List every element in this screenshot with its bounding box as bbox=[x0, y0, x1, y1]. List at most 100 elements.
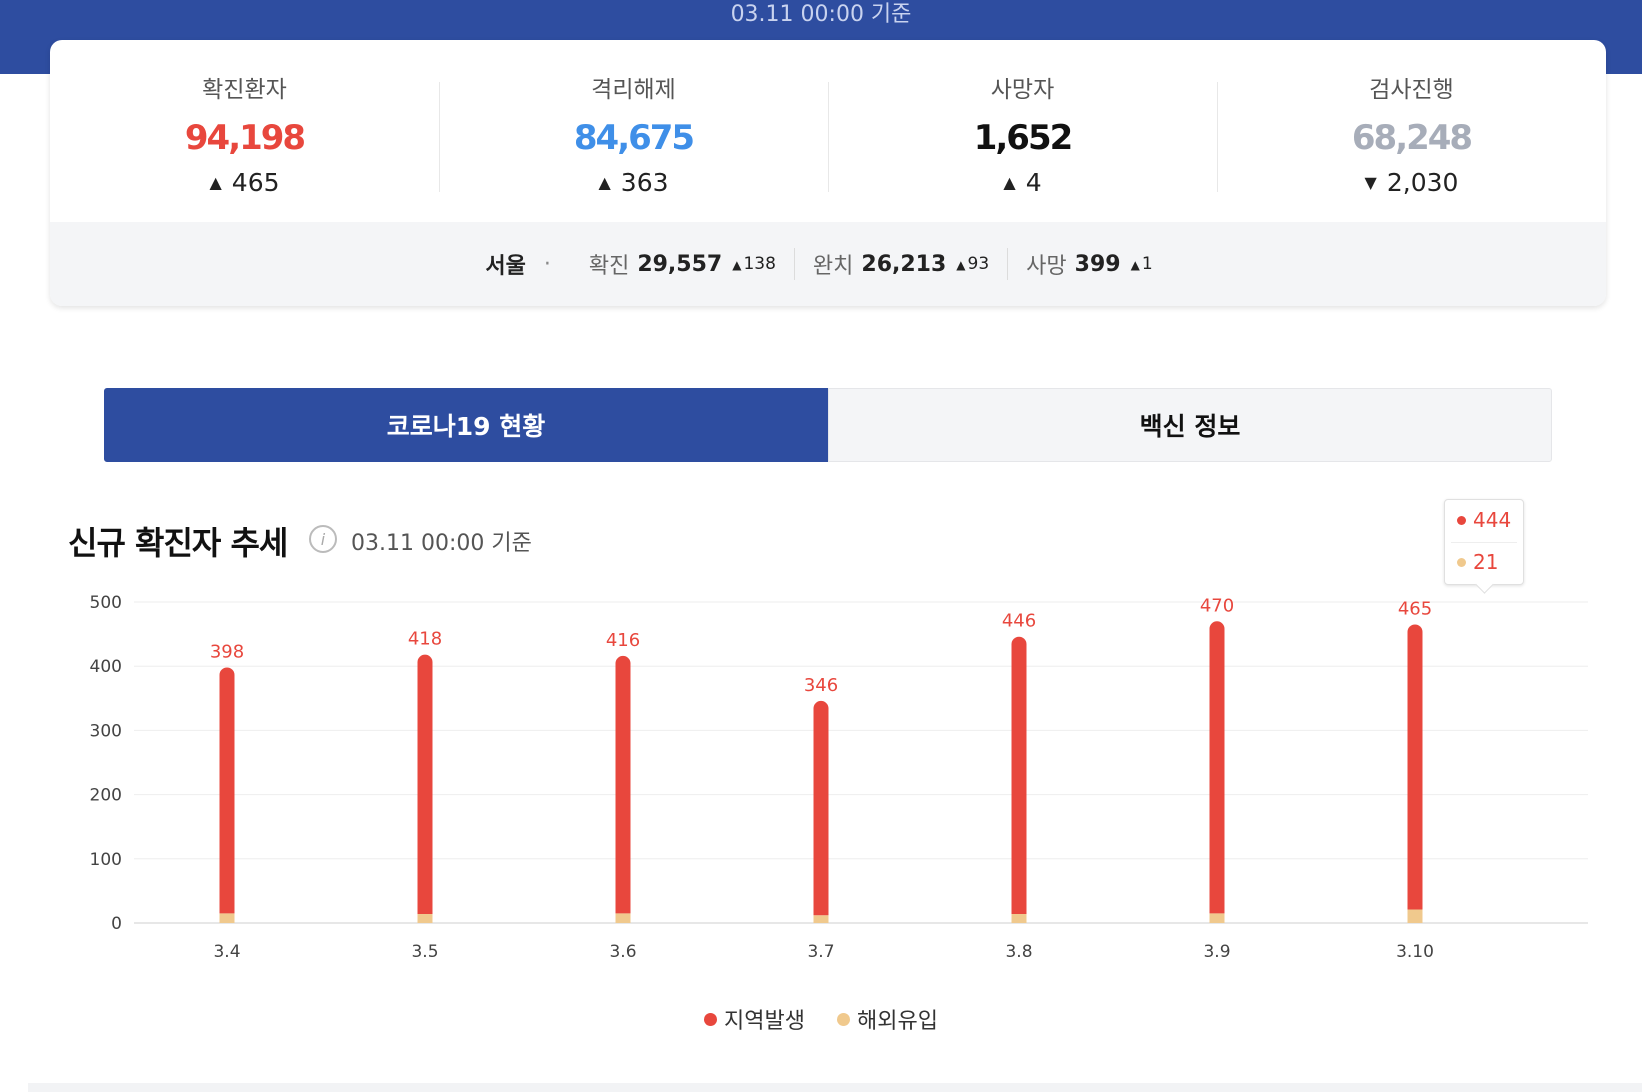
imported-dot-icon bbox=[837, 1012, 850, 1026]
stat-testing: 검사진행 68,248 ▼ 2,030 bbox=[1217, 40, 1606, 222]
stat-change: ▼ 2,030 bbox=[1217, 168, 1606, 197]
stat-change-value: 363 bbox=[620, 168, 669, 197]
y-tick-label: 500 bbox=[90, 593, 122, 613]
bar-imported bbox=[813, 915, 829, 923]
triangle-up-icon: ▲ bbox=[732, 258, 742, 272]
y-tick-label: 0 bbox=[111, 914, 122, 934]
section-date: 03.11 00:00 기준 bbox=[351, 531, 532, 556]
legend-local-label: 지역발생 bbox=[724, 1009, 805, 1034]
stat-label: 격리해제 bbox=[591, 77, 676, 103]
legend-imported[interactable]: 해외유입 bbox=[837, 1003, 938, 1035]
x-tick-label: 3.9 bbox=[1203, 942, 1230, 960]
tab-vaccine-info[interactable]: 백신 정보 bbox=[828, 388, 1552, 462]
bar-local bbox=[813, 700, 829, 916]
region-deaths: 사망 399 ▲ 1 bbox=[1007, 248, 1170, 280]
chart-tooltip: 444 21 bbox=[1444, 499, 1524, 585]
stat-released: 격리해제 84,675 ▲ 363 bbox=[439, 40, 828, 222]
y-tick-label: 100 bbox=[90, 850, 122, 870]
region-item-delta: ▲ 1 bbox=[1131, 254, 1153, 274]
bar-total-label: 446 bbox=[1002, 611, 1036, 632]
tooltip-imported-value: 21 bbox=[1473, 550, 1499, 574]
legend-imported-label: 해외유입 bbox=[857, 1009, 938, 1034]
bar-imported bbox=[1407, 909, 1423, 923]
region-item-label: 완치 bbox=[812, 254, 854, 279]
bar-imported bbox=[219, 913, 235, 923]
local-dot-icon bbox=[1457, 515, 1466, 525]
imported-dot-icon bbox=[1457, 557, 1466, 567]
chart-legend: 지역발생 해외유입 bbox=[0, 1003, 1642, 1035]
triangle-up-icon: ▲ bbox=[209, 173, 222, 192]
bar-local bbox=[1407, 624, 1423, 910]
triangle-up-icon: ▲ bbox=[956, 258, 966, 272]
triangle-up-icon: ▲ bbox=[598, 173, 611, 192]
region-item-value: 399 bbox=[1074, 251, 1121, 277]
stat-label: 확진환자 bbox=[202, 77, 287, 103]
x-tick-label: 3.8 bbox=[1005, 942, 1032, 960]
region-item-delta-value: 1 bbox=[1141, 254, 1153, 274]
stat-value: 84,675 bbox=[573, 118, 695, 158]
x-tick-label: 3.6 bbox=[609, 942, 636, 960]
stat-change-value: 2,030 bbox=[1386, 168, 1459, 197]
stat-value: 68,248 bbox=[1351, 118, 1473, 158]
stat-change: ▲ 4 bbox=[828, 168, 1217, 197]
bar-total-label: 416 bbox=[606, 630, 640, 651]
banner-date: 03.11 00:00 기준 bbox=[730, 2, 912, 27]
separator-dot: · bbox=[543, 251, 551, 277]
bottom-strip bbox=[28, 1083, 1642, 1092]
stat-value: 94,198 bbox=[184, 118, 306, 158]
bar-local bbox=[1209, 621, 1225, 914]
region-recovered: 완치 26,213 ▲ 93 bbox=[793, 248, 1007, 280]
local-dot-icon bbox=[704, 1012, 718, 1026]
tab-covid-status[interactable]: 코로나19 현황 bbox=[104, 388, 828, 462]
region-item-label: 확진 bbox=[588, 254, 630, 279]
tooltip-local: 444 bbox=[1457, 508, 1511, 532]
bar-local bbox=[219, 667, 235, 914]
x-tick-label: 3.10 bbox=[1396, 942, 1434, 960]
tooltip-imported: 21 bbox=[1457, 550, 1498, 574]
stat-confirmed: 확진환자 94,198 ▲ 465 bbox=[50, 40, 439, 222]
tooltip-divider bbox=[1451, 542, 1517, 543]
tab-bar: 코로나19 현황 백신 정보 bbox=[104, 388, 1552, 462]
x-tick-label: 3.5 bbox=[411, 942, 438, 960]
y-tick-label: 300 bbox=[90, 721, 122, 741]
bar-total-label: 465 bbox=[1398, 598, 1432, 619]
bar-local bbox=[1011, 636, 1027, 915]
stats-card: 확진환자 94,198 ▲ 465 격리해제 84,675 ▲ 363 사망자 1,… bbox=[50, 40, 1606, 306]
region-summary: 서울 · 확진 29,557 ▲ 138 완치 26,213 ▲ 93 사망 399… bbox=[50, 222, 1606, 306]
bar-local bbox=[615, 655, 631, 914]
bar-total-label: 418 bbox=[408, 629, 442, 650]
region-name: 서울 bbox=[485, 254, 526, 279]
stat-label: 검사진행 bbox=[1369, 77, 1454, 103]
new-cases-chart: 0 100 200 300 400 500 398 3.4 418 3.5 416 3.6 346 3.7… bbox=[90, 593, 1588, 960]
stat-change-value: 465 bbox=[231, 168, 280, 197]
bar-imported bbox=[1209, 913, 1225, 923]
triangle-up-icon: ▲ bbox=[1003, 173, 1016, 192]
bar-local bbox=[417, 654, 433, 915]
bar-total-label: 398 bbox=[210, 641, 244, 662]
bar-total-label: 346 bbox=[804, 675, 838, 696]
legend-local[interactable]: 지역발생 bbox=[704, 1003, 805, 1035]
stat-change-value: 4 bbox=[1025, 168, 1042, 197]
tooltip-local-value: 444 bbox=[1473, 508, 1512, 532]
stats-row: 확진환자 94,198 ▲ 465 격리해제 84,675 ▲ 363 사망자 1,… bbox=[50, 40, 1606, 222]
bar-imported bbox=[1011, 914, 1027, 923]
region-item-value: 29,557 bbox=[637, 251, 723, 277]
region-confirmed: 확진 29,557 ▲ 138 bbox=[571, 248, 794, 280]
stat-value: 1,652 bbox=[973, 118, 1074, 158]
stat-change: ▲ 363 bbox=[439, 168, 828, 197]
x-tick-label: 3.7 bbox=[807, 942, 834, 960]
region-item-delta-value: 138 bbox=[743, 254, 776, 274]
region-item-label: 사망 bbox=[1026, 254, 1067, 279]
bar-imported bbox=[417, 914, 433, 923]
bar-total-label: 470 bbox=[1200, 595, 1234, 616]
bar-imported bbox=[615, 913, 631, 923]
region-item-value: 26,213 bbox=[861, 251, 947, 277]
y-tick-label: 400 bbox=[90, 657, 122, 677]
stat-deaths: 사망자 1,652 ▲ 4 bbox=[828, 40, 1217, 222]
x-tick-label: 3.4 bbox=[213, 942, 240, 960]
triangle-down-icon: ▼ bbox=[1364, 173, 1377, 192]
stat-label: 사망자 bbox=[990, 77, 1055, 103]
region-item-delta: ▲ 93 bbox=[956, 254, 989, 274]
info-icon[interactable]: i bbox=[309, 525, 337, 553]
triangle-up-icon: ▲ bbox=[1130, 258, 1140, 272]
